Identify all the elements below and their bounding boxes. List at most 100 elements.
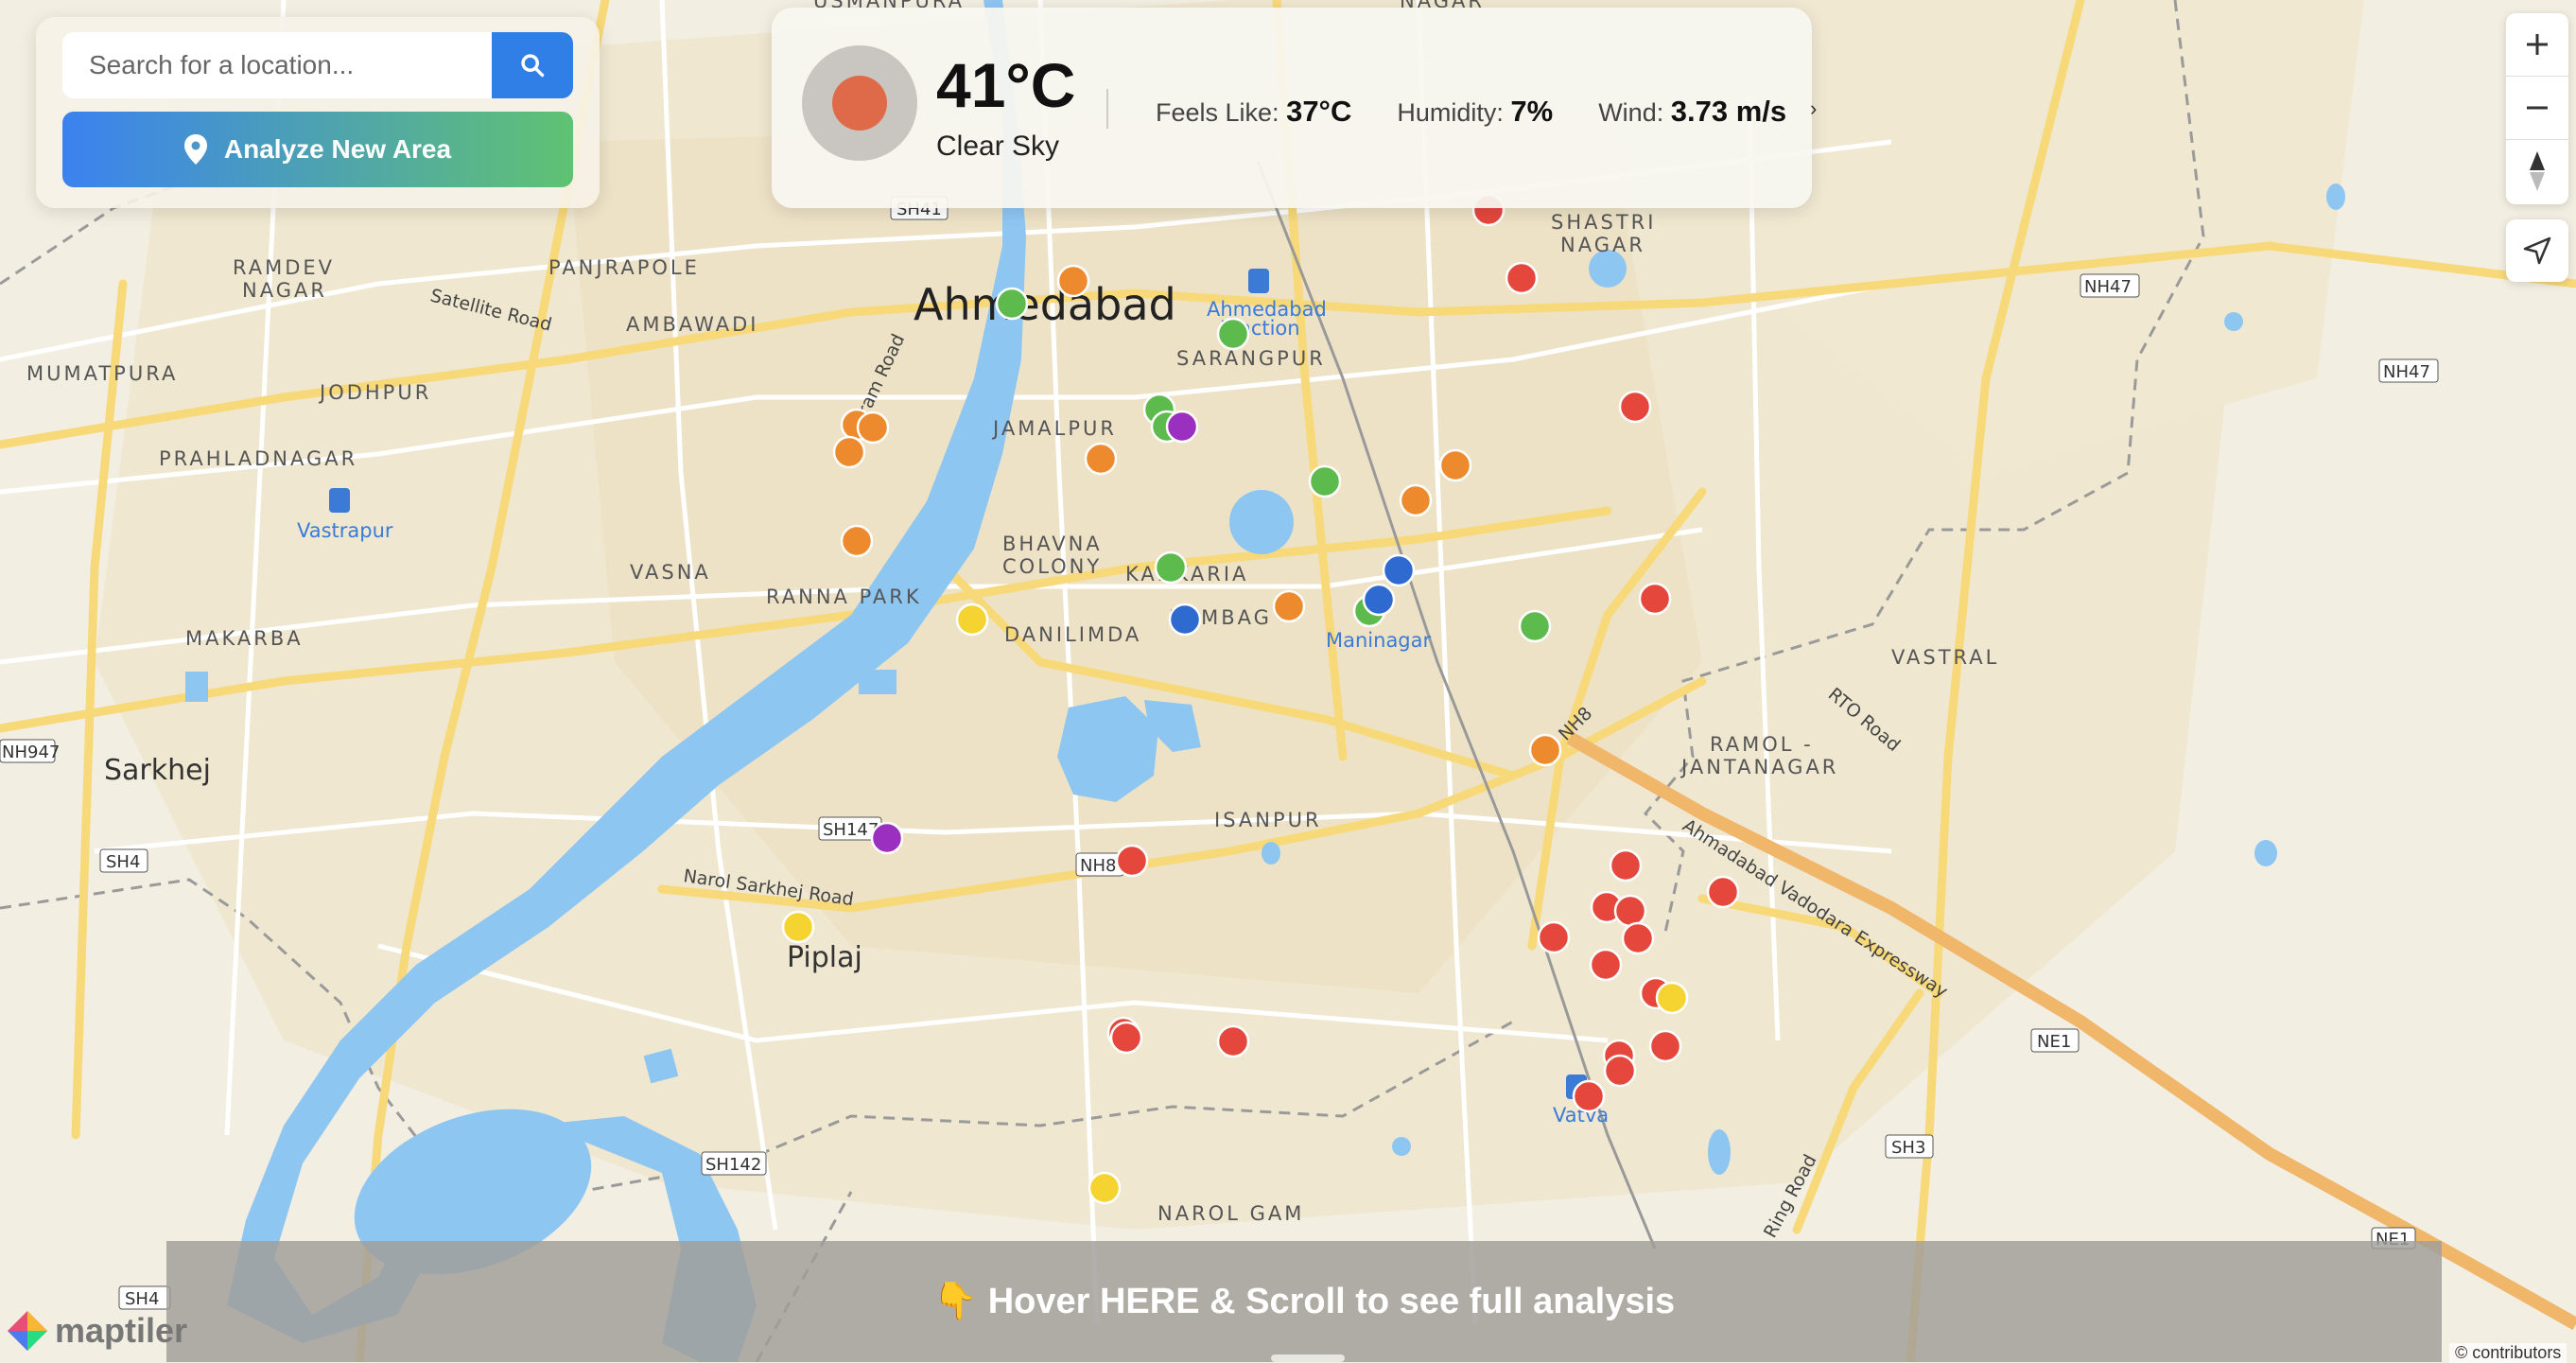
search-panel: Analyze New Area [36, 17, 600, 208]
wind-metric: Wind: 3.73 m/s [1598, 95, 1786, 129]
map-marker-blue[interactable] [1168, 603, 1202, 637]
analyze-button-label: Analyze New Area [223, 134, 452, 164]
svg-text:Maninagar: Maninagar [1326, 629, 1432, 652]
map-marker-orange[interactable] [856, 411, 890, 445]
svg-text:NH947: NH947 [2, 743, 60, 762]
minus-icon [2527, 106, 2548, 110]
map-marker-red[interactable] [1621, 921, 1655, 955]
svg-text:MAKARBA: MAKARBA [185, 627, 304, 650]
wind-label: Wind: [1598, 98, 1664, 127]
svg-text:KANKARIA: KANKARIA [1125, 563, 1248, 585]
map-marker-red[interactable] [1638, 582, 1672, 616]
map-marker-red[interactable] [1109, 1021, 1143, 1055]
map-marker-red[interactable] [1648, 1029, 1682, 1063]
svg-text:RAMOL -: RAMOL - [1710, 733, 1814, 756]
map-marker-red[interactable] [1216, 1024, 1250, 1058]
map-marker-purple[interactable] [870, 821, 904, 855]
map-marker-red[interactable] [1618, 390, 1652, 424]
map-marker-green[interactable] [995, 287, 1029, 321]
geolocate-button[interactable] [2506, 219, 2568, 282]
svg-text:RANNA PARK: RANNA PARK [766, 585, 922, 608]
map-marker-red[interactable] [1603, 1054, 1637, 1088]
svg-text:Sarkhej: Sarkhej [104, 754, 211, 787]
svg-text:JANTANAGAR: JANTANAGAR [1680, 756, 1838, 778]
svg-text:JODHPUR: JODHPUR [318, 381, 431, 404]
svg-text:NH47: NH47 [2084, 277, 2132, 297]
maptiler-logo[interactable]: maptiler [6, 1309, 187, 1353]
map-marker-red[interactable] [1706, 875, 1740, 909]
map-marker-orange[interactable] [840, 524, 874, 558]
map-marker-red[interactable] [1537, 920, 1571, 954]
drag-handle[interactable] [1271, 1354, 1345, 1362]
compass-button[interactable] [2506, 140, 2568, 202]
sun-icon [832, 76, 887, 131]
wind-value: 3.73 m/s [1670, 95, 1787, 128]
svg-text:SHASTRI: SHASTRI [1551, 211, 1656, 234]
map-marker-green[interactable] [1308, 464, 1342, 498]
svg-text:ISANPUR: ISANPUR [1214, 809, 1322, 831]
svg-text:BHAVNA: BHAVNA [1002, 533, 1103, 555]
map-marker-red[interactable] [1115, 844, 1149, 878]
svg-text:JAMALPUR: JAMALPUR [991, 417, 1117, 440]
scroll-analysis-banner[interactable]: 👇 Hover HERE & Scroll to see full analys… [166, 1241, 2442, 1362]
svg-text:NAGAR: NAGAR [1560, 234, 1645, 256]
svg-text:NAROL GAM: NAROL GAM [1157, 1202, 1304, 1225]
svg-text:DANILIMDA: DANILIMDA [1004, 623, 1141, 646]
map-marker-green[interactable] [1154, 550, 1188, 585]
weather-condition: Clear Sky [936, 131, 1060, 162]
map-marker-red[interactable] [1505, 261, 1539, 295]
maptiler-diamond-icon [8, 1311, 47, 1351]
map-marker-purple[interactable] [1165, 410, 1199, 444]
map-marker-orange[interactable] [832, 435, 866, 469]
map-zoom-controls [2506, 13, 2568, 204]
svg-text:RAMDEV: RAMDEV [233, 256, 335, 279]
feels-like-metric: Feels Like: 37°C [1156, 95, 1351, 129]
map-marker-orange[interactable] [1272, 589, 1306, 623]
svg-text:PANJRAPOLE: PANJRAPOLE [548, 256, 700, 279]
map-marker-green[interactable] [1518, 609, 1552, 643]
map-marker-yellow[interactable] [781, 910, 815, 944]
search-input[interactable] [62, 32, 492, 98]
map-marker-red[interactable] [1572, 1079, 1606, 1113]
svg-text:NH47: NH47 [2383, 362, 2430, 382]
map-marker-red[interactable] [1609, 848, 1643, 882]
svg-text:SH4: SH4 [106, 852, 140, 872]
plus-icon [2527, 34, 2548, 55]
map-marker-red[interactable] [1589, 948, 1623, 982]
humidity-label: Humidity: [1397, 98, 1504, 127]
map-marker-orange[interactable] [1056, 264, 1090, 298]
svg-text:Piplaj: Piplaj [787, 941, 862, 974]
search-button[interactable] [492, 32, 573, 98]
map-marker-yellow[interactable] [955, 603, 989, 637]
map-attribution[interactable]: © contributors [2449, 1343, 2567, 1363]
zoom-out-button[interactable] [2506, 77, 2568, 140]
maptiler-logo-text: maptiler [55, 1311, 188, 1350]
map-marker-orange[interactable] [1399, 483, 1433, 517]
svg-text:PRAHLADNAGAR: PRAHLADNAGAR [159, 447, 357, 470]
map-marker-yellow[interactable] [1088, 1171, 1122, 1205]
temperature-value: 41°C [936, 50, 1076, 120]
svg-text:VASTRAL: VASTRAL [1891, 646, 1999, 669]
svg-text:NE1: NE1 [2037, 1032, 2071, 1052]
svg-text:AMBAWADI: AMBAWADI [626, 313, 758, 336]
search-icon [521, 54, 545, 78]
map-marker-red[interactable] [1613, 894, 1647, 928]
svg-text:Ahmedabad: Ahmedabad [914, 279, 1176, 330]
search-row [62, 32, 573, 98]
map-marker-orange[interactable] [1438, 448, 1472, 482]
svg-text:SH3: SH3 [1891, 1138, 1925, 1158]
svg-text:NAGAR: NAGAR [242, 279, 327, 302]
humidity-metric: Humidity: 7% [1397, 95, 1553, 129]
map-marker-orange[interactable] [1084, 442, 1118, 476]
svg-text:COLONY: COLONY [1002, 555, 1102, 578]
map-marker-blue[interactable] [1382, 553, 1416, 587]
svg-text:NH8: NH8 [1080, 856, 1116, 876]
map-marker-green[interactable] [1216, 317, 1250, 351]
zoom-in-button[interactable] [2506, 13, 2568, 77]
map-marker-blue[interactable] [1362, 583, 1396, 617]
svg-text:Vastrapur: Vastrapur [297, 519, 393, 542]
analyze-new-area-button[interactable]: Analyze New Area [62, 112, 573, 187]
feels-like-label: Feels Like: [1156, 98, 1279, 127]
map-marker-yellow[interactable] [1655, 981, 1689, 1015]
map-marker-orange[interactable] [1528, 733, 1562, 767]
